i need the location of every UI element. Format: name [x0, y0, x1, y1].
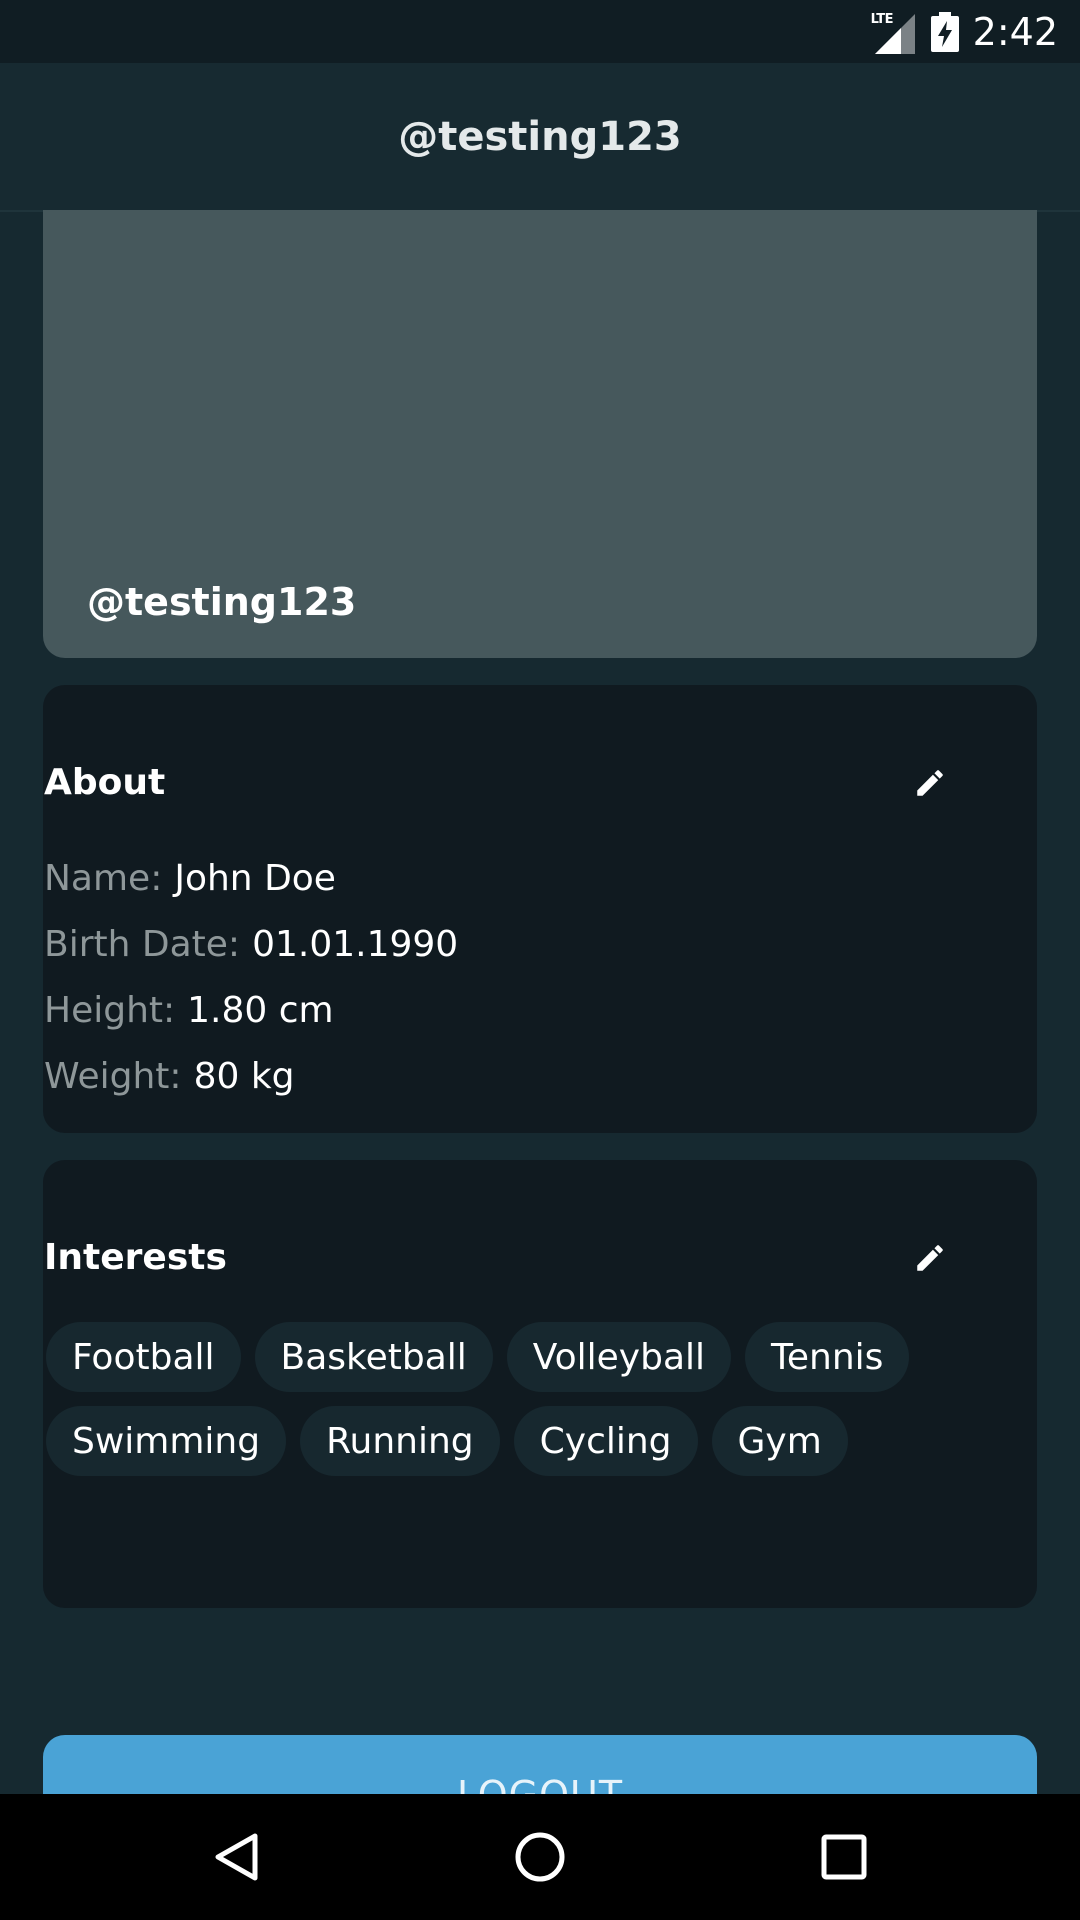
recents-button[interactable] — [814, 1827, 874, 1887]
about-row-weight: Weight: 80 kg — [44, 1043, 458, 1109]
lte-signal-icon: LTE — [871, 10, 917, 54]
about-edit-button[interactable] — [902, 755, 958, 811]
about-row-name: Name: John Doe — [44, 845, 458, 911]
back-icon — [215, 1833, 258, 1881]
interest-chip[interactable]: Gym — [711, 1406, 848, 1476]
app-bar: @testing123 — [0, 63, 1080, 212]
profile-handle: @testing123 — [87, 580, 357, 624]
back-button[interactable] — [206, 1827, 266, 1887]
interest-chip[interactable]: Cycling — [513, 1406, 698, 1476]
navigation-bar — [0, 1794, 1080, 1920]
clock: 2:42 — [972, 10, 1058, 54]
profile-cover: @testing123 — [43, 210, 1037, 658]
info-label: Name: — [44, 857, 163, 899]
battery-charging-icon — [930, 12, 959, 52]
info-label: Weight: — [44, 1055, 182, 1097]
status-bar: LTE 2:42 — [0, 0, 1080, 63]
status-icons: LTE 2:42 — [871, 8, 1058, 56]
info-value: John Doe — [174, 857, 336, 899]
interests-title: Interests — [44, 1237, 227, 1278]
about-details: Name: John Doe Birth Date: 01.01.1990 He… — [44, 845, 458, 1109]
interest-chip[interactable]: Basketball — [254, 1322, 493, 1392]
pencil-icon — [917, 1245, 943, 1271]
info-value: 80 kg — [193, 1055, 295, 1097]
about-row-birth-date: Birth Date: 01.01.1990 — [44, 911, 458, 977]
interest-chip[interactable]: Football — [46, 1322, 241, 1392]
interest-chips: Football Basketball Volleyball Tennis Sw… — [46, 1322, 966, 1490]
recents-icon — [821, 1834, 867, 1880]
about-title: About — [44, 762, 166, 803]
info-value: 1.80 cm — [187, 989, 334, 1031]
network-type-label: LTE — [870, 12, 894, 27]
interests-edit-button[interactable] — [902, 1230, 958, 1286]
page-title: @testing123 — [398, 113, 682, 160]
interest-chip[interactable]: Swimming — [46, 1406, 287, 1476]
info-label: Birth Date: — [44, 923, 241, 965]
interest-chip[interactable]: Tennis — [745, 1322, 910, 1392]
about-row-height: Height: 1.80 cm — [44, 977, 458, 1043]
interest-chip[interactable]: Running — [300, 1406, 500, 1476]
info-value: 01.01.1990 — [252, 923, 459, 965]
pencil-icon — [917, 770, 943, 796]
info-label: Height: — [44, 989, 176, 1031]
home-icon — [515, 1832, 565, 1882]
interest-chip[interactable]: Volleyball — [506, 1322, 732, 1392]
home-button[interactable] — [510, 1827, 570, 1887]
